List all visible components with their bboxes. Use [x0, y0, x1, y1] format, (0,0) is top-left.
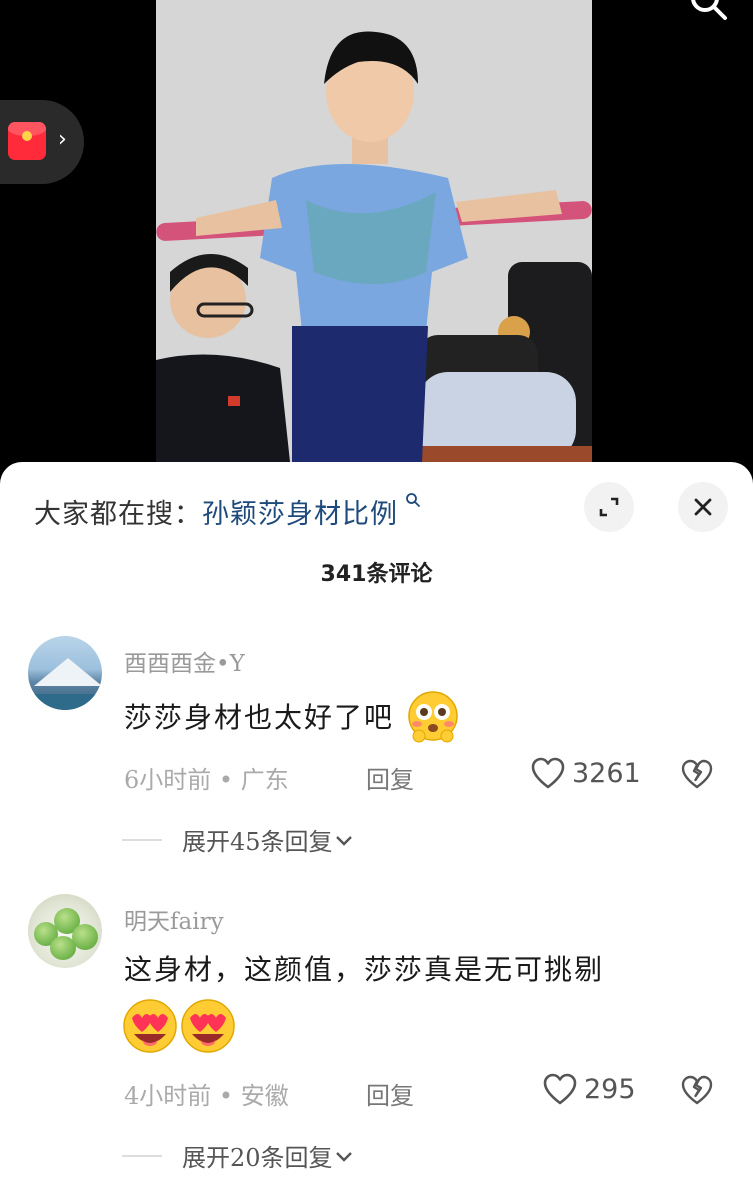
video-frame[interactable]: [156, 0, 592, 462]
divider-line: [122, 838, 162, 841]
heart-eyes-emoji: [120, 996, 240, 1060]
search-suggestion[interactable]: 大家都在搜：孙颖莎身材比例: [34, 492, 421, 531]
meta-separator: •: [218, 1082, 234, 1110]
red-envelope-button[interactable]: ›: [0, 100, 84, 184]
expand-replies-label: 展开20条回复: [182, 1144, 333, 1172]
like-button[interactable]: 3261: [530, 756, 641, 790]
like-count: 3261: [572, 757, 641, 789]
comment-location: 安徽: [240, 1082, 289, 1110]
comment-meta: 4小时前 • 安徽: [124, 1076, 289, 1111]
chevron-down-icon: [335, 835, 352, 846]
comment-time: 4小时前: [124, 1082, 212, 1110]
flushed-face-emoji: [405, 688, 461, 751]
comment-text: 这身材，这颜值，莎莎真是无可挑剔: [124, 953, 605, 986]
like-button[interactable]: 295: [542, 1072, 636, 1106]
like-count: 295: [584, 1073, 636, 1105]
expand-replies-label: 展开45条回复: [182, 828, 333, 856]
comment-time: 6小时前: [124, 766, 212, 794]
comment-location: 广东: [240, 766, 289, 794]
meta-separator: •: [218, 766, 234, 794]
dislike-button[interactable]: [680, 758, 714, 794]
comment-meta: 6小时前 • 广东: [124, 760, 289, 795]
comment-count: 341条评论: [320, 562, 433, 587]
close-icon: [694, 498, 712, 516]
search-icon: [691, 0, 727, 20]
comment-sheet: 大家都在搜：孙颖莎身材比例 341条评论 酉酉酉金•Y 莎莎身材也太好了吧 6小…: [0, 462, 753, 1199]
dislike-button[interactable]: [680, 1074, 714, 1110]
heart-icon: [543, 1073, 577, 1105]
comment-username[interactable]: 明天fairy: [124, 902, 224, 936]
broken-heart-icon: [681, 759, 713, 789]
search-suggestion-term[interactable]: 孙颖莎身材比例: [202, 499, 398, 530]
avatar[interactable]: [28, 636, 102, 710]
close-button[interactable]: [678, 482, 728, 532]
comment-item: 酉酉酉金•Y 莎莎身材也太好了吧 6小时前 • 广东 回复 3261 展开45条…: [0, 634, 753, 874]
expand-replies-button[interactable]: 展开45条回复: [122, 822, 355, 857]
red-envelope-icon: [8, 122, 46, 160]
magnifier-icon: [398, 492, 421, 513]
reply-button[interactable]: 回复: [366, 1076, 414, 1111]
reply-button[interactable]: 回复: [366, 760, 414, 795]
expand-icon: [599, 497, 619, 517]
avatar[interactable]: [28, 894, 102, 968]
video-still: [156, 0, 592, 462]
comment-username[interactable]: 酉酉酉金•Y: [124, 644, 245, 678]
chevron-down-icon: [335, 1151, 352, 1162]
search-button[interactable]: [687, 0, 731, 24]
expand-button[interactable]: [584, 482, 634, 532]
broken-heart-icon: [681, 1075, 713, 1105]
video-player[interactable]: ›: [0, 0, 753, 470]
divider-line: [122, 1154, 162, 1157]
expand-replies-button[interactable]: 展开20条回复: [122, 1138, 355, 1173]
avatar-bun: [50, 936, 76, 960]
comment-text: 莎莎身材也太好了吧: [124, 688, 461, 751]
comment-text-content: 莎莎身材也太好了吧: [124, 701, 395, 734]
heart-icon: [531, 757, 565, 789]
comment-item: 明天fairy 这身材，这颜值，莎莎真是无可挑剔 4小时前 • 安徽 回复 29…: [0, 892, 753, 1192]
chevron-right-icon: ›: [58, 127, 67, 152]
search-suggestion-prefix: 大家都在搜：: [34, 499, 202, 530]
